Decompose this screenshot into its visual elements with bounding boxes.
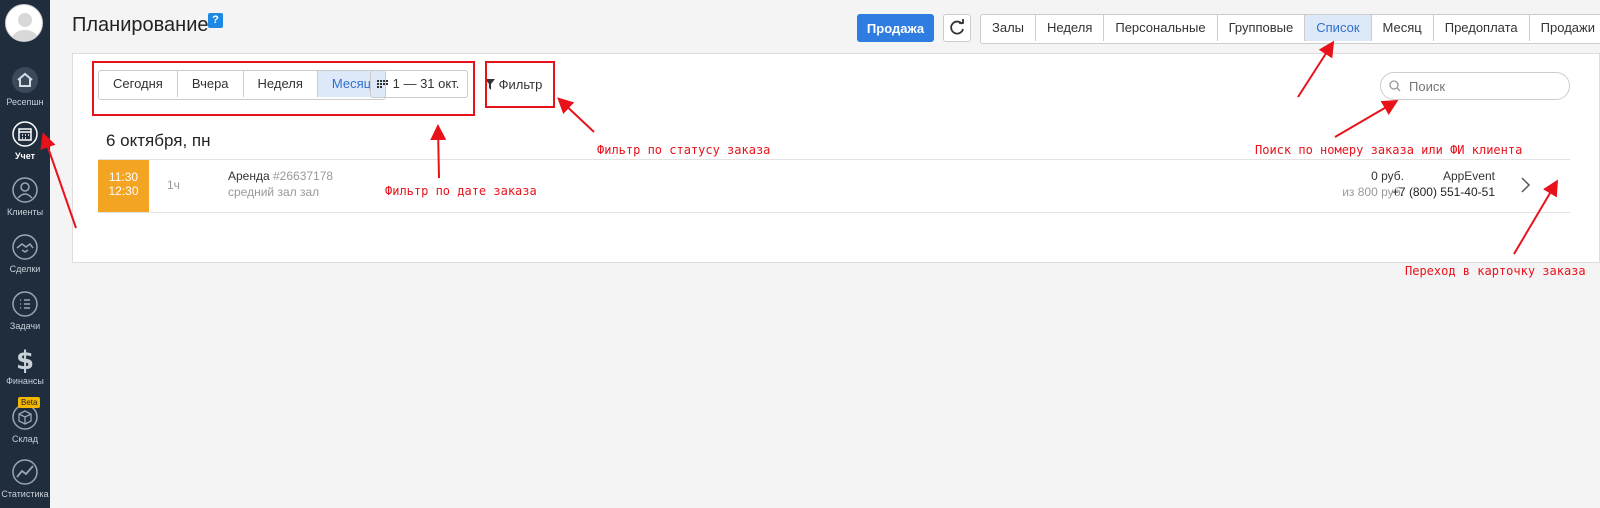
annotation-arrows	[40, 40, 1559, 255]
arrow-list-tab	[1297, 40, 1335, 98]
arrow-date-filter	[430, 124, 447, 179]
arrow-search	[1334, 99, 1399, 138]
arrow-order-card	[1513, 179, 1559, 255]
arrow-sidebar	[40, 132, 77, 229]
arrow-status-filter	[557, 97, 595, 133]
